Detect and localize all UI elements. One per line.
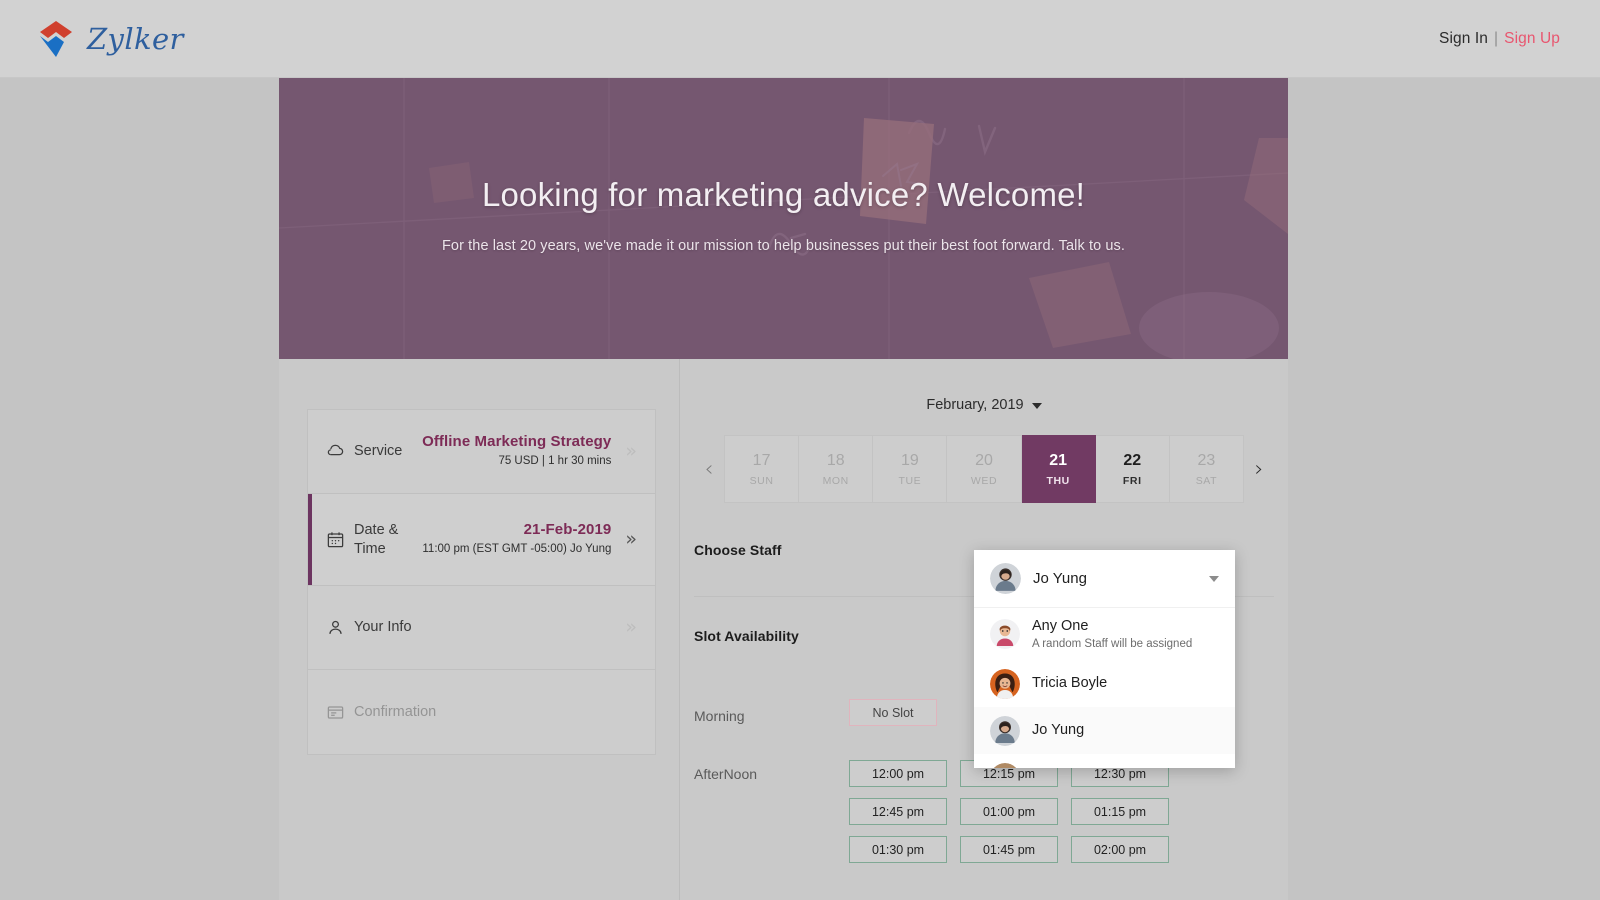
step-confirmation-label: Confirmation xyxy=(354,703,436,721)
sign-up-link[interactable]: Sign Up xyxy=(1504,30,1560,48)
afternoon-label: AfterNoon xyxy=(694,760,849,782)
chevron-down-icon[interactable] xyxy=(1209,576,1219,582)
day-of-week: FRI xyxy=(1123,475,1142,487)
step-date-time-expand-icon[interactable]: » xyxy=(625,530,637,549)
day-number: 20 xyxy=(975,452,993,470)
time-slot-button[interactable]: 02:00 pm xyxy=(1071,836,1169,863)
day-cell-20[interactable]: 20 WED xyxy=(947,435,1021,503)
staff-option-charles[interactable]: Charles xyxy=(974,754,1235,768)
morning-no-slot-badge: No Slot xyxy=(849,699,937,726)
day-cell-18[interactable]: 18 MON xyxy=(799,435,873,503)
choose-staff-label: Choose Staff xyxy=(694,542,904,558)
step-service-meta: 75 USD | 1 hr 30 mins xyxy=(422,453,611,470)
hero-subtitle: For the last 20 years, we've made it our… xyxy=(442,238,1125,254)
step-your-info[interactable]: Your Info » xyxy=(308,586,655,670)
cloud-service-icon xyxy=(326,442,345,461)
jo-yung-avatar xyxy=(990,563,1021,594)
day-number: 21 xyxy=(1049,452,1067,470)
day-list: 17 SUN 18 MON 19 TUE 20 WED 21 THU xyxy=(724,435,1244,503)
next-week-button[interactable]: › xyxy=(1244,457,1274,482)
step-your-info-label: Your Info xyxy=(354,618,412,636)
day-cell-17[interactable]: 17 SUN xyxy=(724,435,799,503)
day-of-week: SUN xyxy=(750,475,774,487)
time-slot-button[interactable]: 01:45 pm xyxy=(960,836,1058,863)
staff-option-tricia-boyle[interactable]: Tricia Boyle xyxy=(974,660,1235,707)
prev-week-button[interactable]: ‹ xyxy=(694,457,724,482)
receipt-icon xyxy=(326,703,345,722)
logo-text: Zylker xyxy=(87,22,184,56)
jo-yung-avatar xyxy=(990,716,1020,746)
step-your-info-expand-icon[interactable]: » xyxy=(625,618,637,637)
time-slot-button[interactable]: 01:00 pm xyxy=(960,798,1058,825)
time-slot-button[interactable]: 12:00 pm xyxy=(849,760,947,787)
step-service-value: Offline Marketing Strategy xyxy=(422,433,611,450)
step-confirmation: Confirmation xyxy=(308,670,655,754)
day-of-week: THU xyxy=(1046,475,1069,487)
morning-label: Morning xyxy=(694,702,849,724)
step-date-time-meta: 11:00 pm (EST GMT -05:00) Jo Yung xyxy=(422,541,611,558)
step-date-time-value: 21-Feb-2019 xyxy=(422,521,611,538)
day-number: 23 xyxy=(1198,452,1216,470)
day-of-week: SAT xyxy=(1196,475,1217,487)
time-slot-button[interactable]: 01:30 pm xyxy=(849,836,947,863)
logo[interactable]: Zylker xyxy=(34,17,184,61)
staff-dropdown[interactable]: Jo Yung Any One A random Staff will be a… xyxy=(974,550,1235,768)
staff-selected-name: Jo Yung xyxy=(1033,570,1087,588)
person-icon xyxy=(326,618,345,637)
hero-banner: Looking for marketing advice? Welcome! F… xyxy=(279,78,1288,359)
day-number: 19 xyxy=(901,452,919,470)
day-of-week: TUE xyxy=(898,475,921,487)
month-selector[interactable]: February, 2019 xyxy=(680,397,1288,413)
step-date-time-label: Date & Time xyxy=(354,521,398,557)
step-service[interactable]: Service Offline Marketing Strategy 75 US… xyxy=(308,410,655,494)
step-service-expand-icon[interactable]: » xyxy=(625,442,637,461)
calendar-icon xyxy=(326,530,345,549)
step-service-label: Service xyxy=(354,442,402,460)
day-cell-19[interactable]: 19 TUE xyxy=(873,435,947,503)
hero-title: Looking for marketing advice? Welcome! xyxy=(482,176,1085,214)
staff-option-name: Jo Yung xyxy=(1032,722,1084,739)
staff-option-name: Any One xyxy=(1032,618,1192,635)
chevron-down-icon xyxy=(1032,403,1042,409)
auth-links: Sign In | Sign Up xyxy=(1439,30,1560,48)
time-slot-button[interactable]: 01:15 pm xyxy=(1071,798,1169,825)
charles-avatar xyxy=(990,763,1020,769)
slot-availability-label: Slot Availability xyxy=(694,628,904,644)
booking-summary-column: Service Offline Marketing Strategy 75 US… xyxy=(279,359,679,900)
afternoon-slot-grid: 12:00 pm 12:15 pm 12:30 pm 12:45 pm 01:0… xyxy=(849,760,1169,863)
day-number: 17 xyxy=(753,452,771,470)
site-header: Zylker Sign In | Sign Up xyxy=(0,0,1600,78)
day-cell-23[interactable]: 23 SAT xyxy=(1170,435,1244,503)
zylker-chevron-diamond-logo-icon xyxy=(34,17,78,61)
staff-option-subtitle: A random Staff will be assigned xyxy=(1032,638,1192,650)
day-of-week: WED xyxy=(971,475,997,487)
month-label: February, 2019 xyxy=(926,397,1023,413)
auth-separator: | xyxy=(1494,30,1498,48)
staff-dropdown-selected[interactable]: Jo Yung xyxy=(974,550,1235,608)
staff-option-jo-yung[interactable]: Jo Yung xyxy=(974,707,1235,754)
tricia-boyle-avatar xyxy=(990,669,1020,699)
day-cell-21-selected[interactable]: 21 THU xyxy=(1022,435,1096,503)
day-number: 22 xyxy=(1123,452,1141,470)
staff-option-any-one[interactable]: Any One A random Staff will be assigned xyxy=(974,608,1235,660)
step-date-time[interactable]: Date & Time 21-Feb-2019 11:00 pm (EST GM… xyxy=(308,494,655,586)
day-of-week: MON xyxy=(823,475,849,487)
sign-in-link[interactable]: Sign In xyxy=(1439,30,1488,48)
date-strip: ‹ 17 SUN 18 MON 19 TUE 20 WED xyxy=(680,435,1288,503)
day-cell-22[interactable]: 22 FRI xyxy=(1096,435,1170,503)
staff-option-name: Tricia Boyle xyxy=(1032,675,1107,692)
booking-steps: Service Offline Marketing Strategy 75 US… xyxy=(307,409,656,755)
day-number: 18 xyxy=(827,452,845,470)
any-one-avatar xyxy=(990,619,1020,649)
afternoon-slot-row: AfterNoon 12:00 pm 12:15 pm 12:30 pm 12:… xyxy=(694,760,1274,863)
time-slot-button[interactable]: 12:45 pm xyxy=(849,798,947,825)
